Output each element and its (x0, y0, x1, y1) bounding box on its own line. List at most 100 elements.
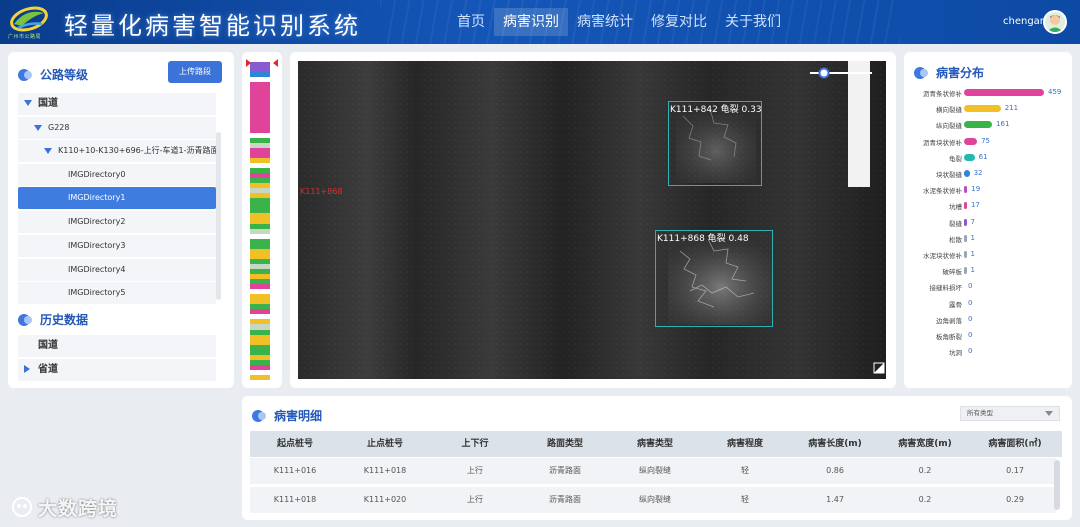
upload-road-button[interactable]: 上传路段 (168, 61, 222, 83)
username[interactable]: chengan (1003, 16, 1046, 27)
table-header: 起点桩号 止点桩号 上下行 路面类型 病害类型 病害程度 病害长度(m) 病害宽度(m) 病害面… (250, 431, 1062, 457)
distribution-row[interactable]: 沥青条状修补 459 (904, 86, 1072, 100)
zoom-slider[interactable] (806, 65, 876, 81)
distribution-label: 接缝料损坏 (929, 284, 963, 293)
distribution-row[interactable]: 露骨 0 (904, 297, 1072, 311)
type-filter-select[interactable]: 所有类型 (960, 406, 1060, 421)
distribution-row[interactable]: 水泥块状修补 1 (904, 248, 1072, 262)
mileage-color-strip[interactable] (250, 62, 270, 380)
tree-item-imgdirectory1[interactable]: IMGDirectory1 (18, 187, 216, 209)
table-cell: K111+016 (273, 466, 317, 475)
nav-about-us[interactable]: 关于我们 (716, 8, 790, 36)
road-level-heading: 公路等级 (18, 66, 88, 83)
avatar[interactable] (1043, 10, 1067, 34)
nav-disease-recognition[interactable]: 病害识别 (494, 8, 568, 36)
distribution-row[interactable]: 边角剥落 0 (904, 313, 1072, 327)
distribution-value: 161 (996, 120, 1010, 129)
table-cell: 0.2 (918, 495, 932, 504)
distribution-value: 0 (968, 282, 973, 291)
image-viewer-panel: K111+868 K111+842 龟裂 0.33 K111+868 龟裂 0.… (290, 52, 896, 388)
distribution-label: 纵向裂缝 (936, 122, 962, 131)
history-heading: 历史数据 (18, 311, 88, 328)
tree-item-imgdirectory0[interactable]: IMGDirectory0 (18, 164, 216, 186)
table-cell: 0.2 (918, 466, 932, 475)
column-header[interactable]: 起点桩号 (250, 431, 340, 457)
distribution-row[interactable]: 坑槽 17 (904, 199, 1072, 213)
distribution-row[interactable]: 水泥条状修补 19 (904, 183, 1072, 197)
table-cell: 0.86 (826, 466, 844, 475)
table-cell: 0.17 (1006, 466, 1024, 475)
distribution-row[interactable]: 沥青块状修补 75 (904, 135, 1072, 149)
road-tree-panel: 公路等级 上传路段 国道 G228 K110+10-K130+696-上行-车道… (8, 52, 234, 388)
road-surface-image[interactable]: K111+868 K111+842 龟裂 0.33 K111+868 龟裂 0.… (298, 61, 886, 379)
column-header[interactable]: 病害面积(㎡) (970, 431, 1060, 457)
column-header[interactable]: 止点桩号 (340, 431, 430, 457)
detection-box[interactable]: K111+842 龟裂 0.33 (668, 101, 762, 186)
distribution-row[interactable]: 裂缝 7 (904, 216, 1072, 230)
table-row[interactable]: K111+018 K111+020 上行 沥青路面 纵向裂缝 轻 1.47 0.2 0.29 (250, 487, 1056, 513)
detection-box[interactable]: K111+868 龟裂 0.48 (655, 230, 773, 327)
table-cell: 纵向裂缝 (639, 466, 671, 475)
history-item-national-road[interactable]: 国道 (18, 335, 216, 357)
pavement-texture (298, 61, 886, 379)
distribution-row[interactable]: 龟裂 61 (904, 151, 1072, 165)
distribution-label: 破碎板 (942, 268, 963, 277)
tree-item-road-section[interactable]: K110+10-K130+696-上行-车道1-沥青路面-... (18, 140, 216, 162)
distribution-bar (964, 170, 970, 177)
distribution-row[interactable]: 纵向裂缝 161 (904, 118, 1072, 132)
distribution-row[interactable]: 坑洞 0 (904, 345, 1072, 359)
detection-label: K111+842 龟裂 0.33 (670, 105, 762, 115)
strip-segment (250, 374, 270, 380)
caret-right-icon (24, 365, 30, 373)
column-header[interactable]: 病害宽度(m) (880, 431, 970, 457)
column-header[interactable]: 病害类型 (610, 431, 700, 457)
app-title: 轻量化病害智能识别系统 (64, 12, 361, 40)
column-header[interactable]: 路面类型 (520, 431, 610, 457)
distribution-bar (964, 218, 967, 226)
table-scrollbar[interactable] (1054, 460, 1060, 510)
tree-item-imgdirectory4[interactable]: IMGDirectory4 (18, 259, 216, 281)
tree-item-label: 省道 (38, 364, 58, 375)
chevron-down-icon (1045, 411, 1053, 416)
nav-disease-statistics[interactable]: 病害统计 (568, 8, 642, 36)
fullscreen-icon[interactable] (870, 361, 884, 375)
disease-detail-panel: 病害明细 所有类型 起点桩号 止点桩号 上下行 路面类型 病害类型 病害程度 病害长度(m)… (242, 396, 1072, 520)
caret-down-icon (34, 124, 42, 131)
table-row[interactable]: K111+016 K111+018 上行 沥青路面 纵向裂缝 轻 0.86 0.2 0.17 (250, 458, 1056, 484)
distribution-label: 裂缝 (949, 219, 962, 228)
tree-item-imgdirectory2[interactable]: IMGDirectory2 (18, 211, 216, 233)
distribution-bar (964, 251, 967, 258)
distribution-title: 病害分布 (936, 66, 985, 80)
column-header[interactable]: 上下行 (430, 431, 520, 457)
column-header[interactable]: 病害程度 (700, 431, 790, 457)
tree-item-imgdirectory5[interactable]: IMGDirectory5 (18, 282, 216, 304)
nav-repair-comparison[interactable]: 修复对比 (642, 8, 716, 36)
distribution-value: 7 (970, 217, 975, 226)
distribution-row[interactable]: 横向裂缝 211 (904, 102, 1072, 116)
distribution-row[interactable]: 接缝料损坏 0 (904, 280, 1072, 294)
history-item-provincial-road[interactable]: 省道 (18, 359, 216, 381)
distribution-value: 0 (968, 331, 973, 339)
tree-item-national-road[interactable]: 国道 (18, 93, 216, 115)
app-header: 广州市公路局 轻量化病害智能识别系统 首页 病害识别 病害统计 修复对比 关于我… (0, 0, 1080, 44)
tree-item-imgdirectory3[interactable]: IMGDirectory3 (18, 235, 216, 257)
table-cell: K111+020 (363, 495, 407, 504)
table-cell: 沥青路面 (549, 495, 581, 504)
distribution-row[interactable]: 破碎板 1 (904, 264, 1072, 278)
tree-item-g228[interactable]: G228 (18, 117, 216, 139)
table-cell: K111+018 (273, 495, 317, 504)
distribution-row[interactable]: 块状裂缝 32 (904, 167, 1072, 181)
nav-home[interactable]: 首页 (448, 8, 494, 36)
distribution-row[interactable]: 板角断裂 0 (904, 329, 1072, 343)
column-header[interactable]: 病害长度(m) (790, 431, 880, 457)
distribution-value: 1 (970, 250, 975, 258)
mileage-marker-label: K111+868 (300, 187, 343, 196)
section-dot-icon (252, 409, 266, 422)
distribution-value: 211 (1004, 104, 1019, 113)
distribution-label: 坑洞 (949, 349, 962, 358)
table-cell: K111+018 (363, 466, 407, 475)
distribution-label: 松散 (949, 235, 962, 244)
distribution-row[interactable]: 松散 1 (904, 232, 1072, 246)
table-cell: 轻 (741, 466, 749, 475)
tree-scrollbar[interactable] (216, 132, 221, 300)
